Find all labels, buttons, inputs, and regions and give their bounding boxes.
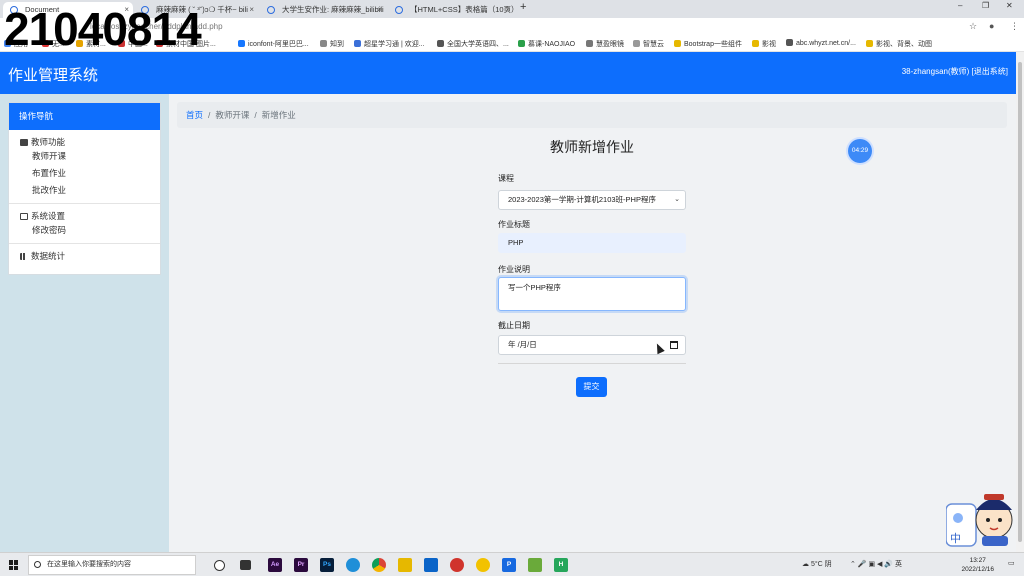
- edge-icon[interactable]: [346, 558, 360, 572]
- tray-icons[interactable]: ⌃ 🎤 ▣ ◀ 🔊 英: [850, 559, 902, 569]
- course-label: 课程: [498, 174, 514, 183]
- page-scrollbar[interactable]: [1016, 52, 1024, 552]
- tab-bilibili-2[interactable]: 大学生安作业: 麻辣麻辣_bilibili ×: [260, 2, 386, 18]
- calendar-icon[interactable]: [670, 341, 678, 349]
- sidebar: 操作导航 教师功能 教师开课 布置作业 批改作业 系统设置 修改密码 数据统计: [8, 102, 161, 275]
- bookmark-item[interactable]: 慕课-NAOJIAO: [518, 39, 575, 49]
- page-title: 教师新增作业: [550, 139, 634, 155]
- overlay-id-number: 21040814: [4, 3, 202, 55]
- sidebar-group-stats: 数据统计: [9, 244, 160, 266]
- cloud-icon: ☁: [802, 561, 811, 568]
- bar-chart-icon: [20, 253, 28, 260]
- card-icon: [20, 213, 28, 220]
- description-label: 作业说明: [498, 265, 530, 274]
- breadcrumb-level2[interactable]: 教师开课: [215, 110, 249, 120]
- taskbar-search-input[interactable]: 在这里输入你要搜索的内容: [28, 555, 196, 575]
- sidebar-item-grade-homework[interactable]: 批改作业: [9, 182, 160, 199]
- sidebar-item-assign-homework[interactable]: 布置作业: [9, 165, 160, 182]
- sidebar-group-title: 系统设置: [9, 210, 160, 222]
- user-name: 38-zhangsan(教师): [901, 67, 970, 76]
- bookmark-item[interactable]: 全国大学英语四、...: [437, 39, 509, 49]
- mail-icon[interactable]: [424, 558, 438, 572]
- search-icon: [34, 561, 41, 568]
- after-effects-icon[interactable]: Ae: [268, 558, 282, 572]
- bookmark-item[interactable]: abc.whyzt.net.cn/...: [786, 39, 856, 47]
- maximize-button[interactable]: ❐: [982, 1, 989, 10]
- bilibili-icon: [395, 6, 403, 14]
- sidebar-item-open-course[interactable]: 教师开课: [9, 148, 160, 165]
- sidebar-item-statistics[interactable]: 数据统计: [9, 250, 160, 262]
- taskbar-clock[interactable]: 13:27 2022/12/16: [961, 556, 994, 574]
- course-select[interactable]: 2023-2023第一学期-计算机2103班-PHP程序 ⌄: [498, 190, 686, 210]
- bookmark-item[interactable]: 智慧云: [633, 39, 664, 49]
- breadcrumb-current: 新增作业: [261, 110, 296, 120]
- bookmark-item[interactable]: 知到: [320, 39, 344, 49]
- bookmark-item[interactable]: Bootstrap一些组件: [674, 39, 742, 49]
- deadline-label: 截止日期: [498, 321, 530, 330]
- homework-form: 课程 2023-2023第一学期-计算机2103班-PHP程序 ⌄ 作业标题 P…: [498, 170, 686, 364]
- form-divider: [498, 363, 686, 364]
- bookmark-item[interactable]: 超星学习通 | 欢迎...: [354, 39, 425, 49]
- new-tab-button[interactable]: +: [520, 1, 526, 13]
- close-tab-icon[interactable]: ×: [249, 2, 254, 17]
- photoshop-icon[interactable]: Ps: [320, 558, 334, 572]
- user-info: 38-zhangsan(教师) [退出系统]: [902, 66, 1008, 77]
- bookmark-item[interactable]: 影视、背景、动图: [866, 39, 932, 49]
- close-tab-icon[interactable]: ×: [377, 2, 382, 17]
- notification-icon[interactable]: ▭: [1008, 559, 1015, 567]
- logout-link[interactable]: [退出系统]: [972, 67, 1008, 76]
- svg-text:中: 中: [950, 532, 961, 545]
- app-icon[interactable]: [528, 558, 542, 572]
- app-title: 作业管理系统: [8, 67, 99, 84]
- timer-badge[interactable]: 04:29: [848, 139, 872, 163]
- powerpoint-icon[interactable]: P: [502, 558, 516, 572]
- description-textarea[interactable]: 写一个PHP程序: [498, 277, 686, 311]
- breadcrumb-home[interactable]: 首页: [186, 110, 203, 120]
- scrollbar-thumb[interactable]: [1018, 62, 1022, 542]
- bookmark-item[interactable]: 慧盈眼镜: [586, 39, 624, 49]
- sidebar-header: 操作导航: [9, 103, 160, 130]
- bookmark-item[interactable]: 影视: [752, 39, 776, 49]
- weather-text[interactable]: ☁ 5°C 阴: [802, 559, 832, 569]
- chrome-icon[interactable]: [372, 558, 386, 572]
- premiere-icon[interactable]: Pr: [294, 558, 308, 572]
- sidebar-group-title: 教师功能: [9, 136, 160, 148]
- menu-icon[interactable]: ⋮: [1010, 21, 1019, 32]
- tab-label: 【HTML+CSS】表格篇（10页）: [410, 5, 514, 14]
- close-tab-icon[interactable]: ×: [505, 2, 510, 17]
- star-icon[interactable]: ☆: [969, 21, 977, 32]
- title-label: 作业标题: [498, 220, 530, 229]
- bookmark-item[interactable]: iconfont-阿里巴巴...: [238, 39, 309, 49]
- book-icon: [20, 139, 28, 146]
- netease-music-icon[interactable]: [450, 558, 464, 572]
- title-input[interactable]: PHP: [498, 233, 686, 253]
- windows-start-icon[interactable]: [9, 560, 19, 570]
- bilibili-icon: [267, 6, 275, 14]
- file-explorer-icon[interactable]: [398, 558, 412, 572]
- minimize-button[interactable]: –: [958, 1, 962, 10]
- tab-bilibili-3[interactable]: 【HTML+CSS】表格篇（10页） ×: [388, 2, 514, 18]
- profile-icon[interactable]: ●: [989, 21, 994, 31]
- task-view-icon[interactable]: [240, 560, 251, 570]
- tab-label: 大学生安作业: 麻辣麻辣_bilibili: [282, 5, 384, 14]
- sidebar-group-settings: 系统设置 修改密码: [9, 204, 160, 244]
- hbuilder-icon[interactable]: H: [554, 558, 568, 572]
- chevron-down-icon: ⌄: [674, 196, 680, 203]
- cortana-icon[interactable]: [214, 560, 225, 571]
- mascot-ime-widget[interactable]: 中: [946, 490, 1018, 548]
- sidebar-item-change-password[interactable]: 修改密码: [9, 222, 160, 239]
- breadcrumb: 首页 / 教师开课 / 新增作业: [177, 102, 1007, 128]
- sidebar-group-teacher: 教师功能 教师开课 布置作业 批改作业: [9, 130, 160, 204]
- app-header: 作业管理系统 38-zhangsan(教师) [退出系统]: [0, 52, 1016, 94]
- windows-taskbar: 在这里输入你要搜索的内容 Ae Pr Ps P H ☁ 5°C 阴 ⌃ 🎤 ▣ …: [0, 552, 1024, 576]
- close-window-button[interactable]: ✕: [1006, 1, 1013, 10]
- app-icon[interactable]: [476, 558, 490, 572]
- submit-button[interactable]: 提交: [576, 377, 607, 397]
